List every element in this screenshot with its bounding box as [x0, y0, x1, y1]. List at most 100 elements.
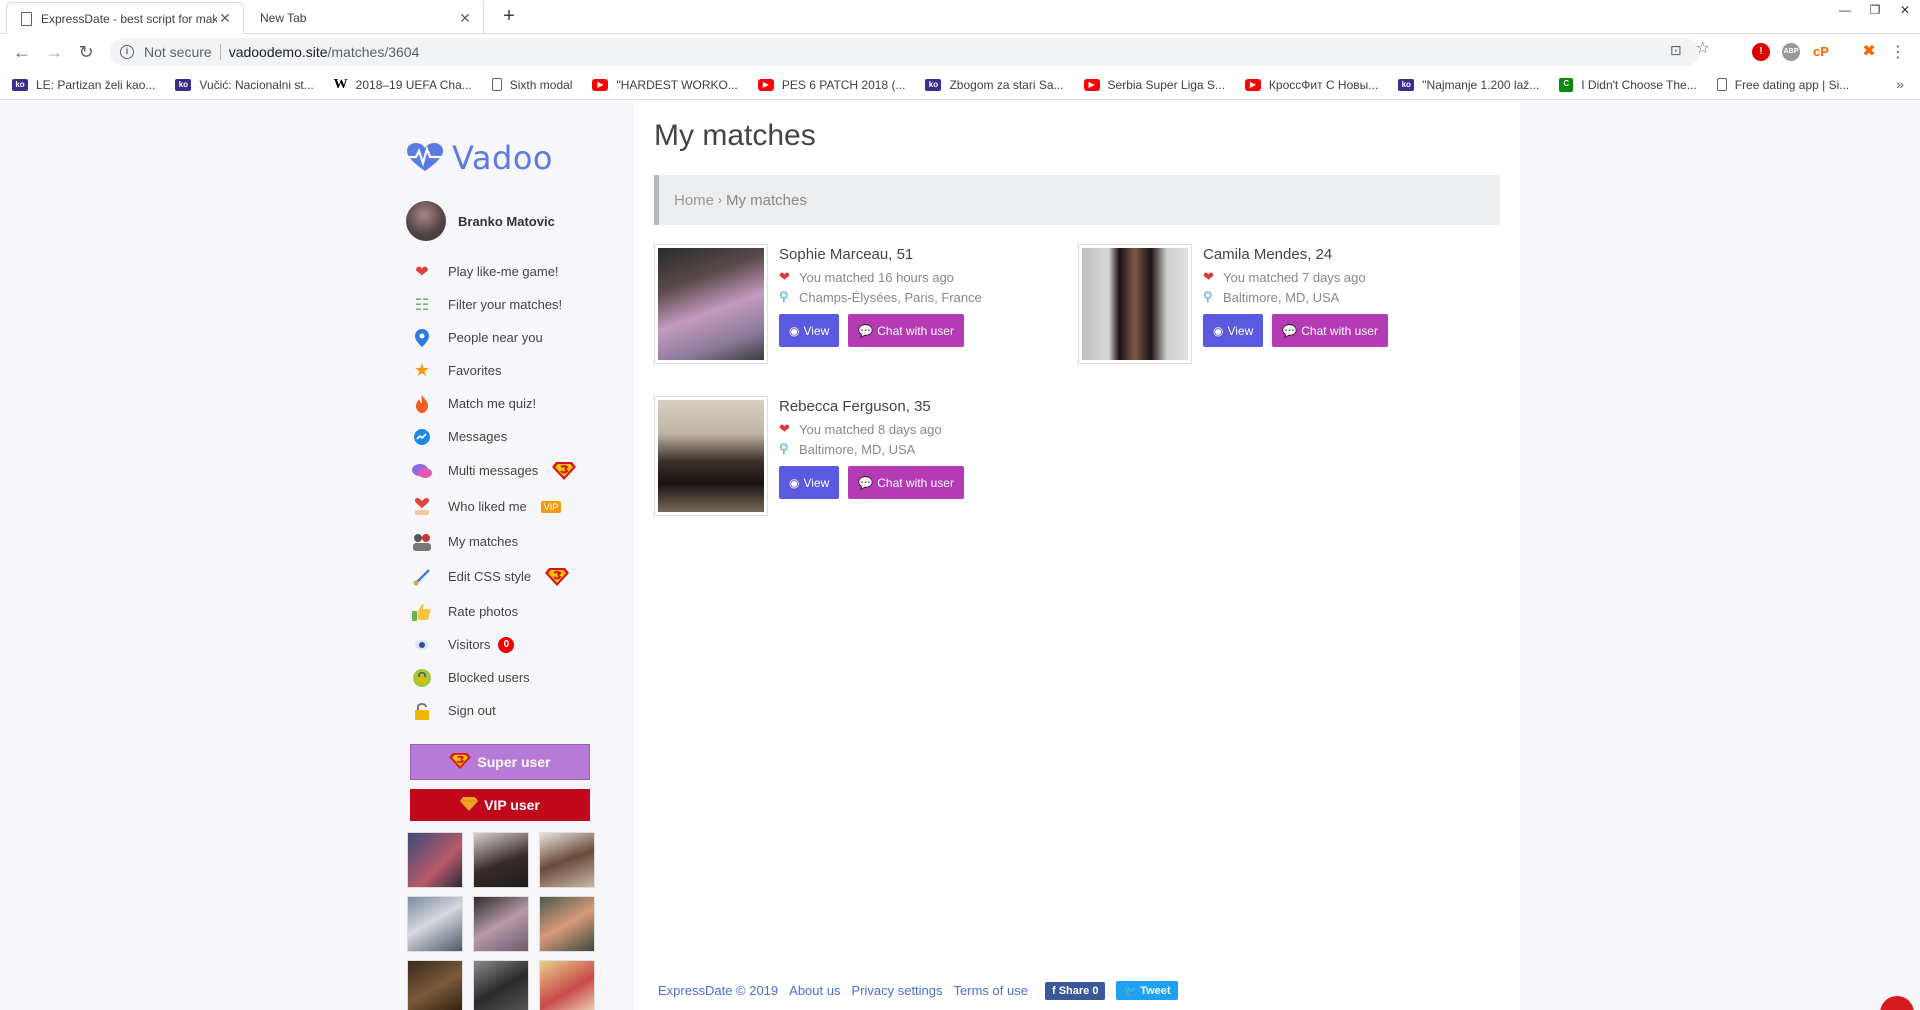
- browser-tab-new[interactable]: New Tab ✕: [248, 2, 484, 34]
- member-thumbnail[interactable]: [473, 960, 529, 1010]
- sidebar-item-multi-messages[interactable]: Multi messages: [412, 453, 632, 488]
- super-user-button[interactable]: Super user: [410, 744, 590, 780]
- location-pin-icon: [412, 328, 432, 348]
- sidebar-item-my-matches[interactable]: My matches: [412, 525, 632, 558]
- match-photo[interactable]: [1078, 244, 1192, 364]
- translate-icon[interactable]: ⊡: [1670, 42, 1682, 59]
- close-tab-icon[interactable]: ✕: [457, 10, 473, 27]
- footer-copyright-link[interactable]: ExpressDate © 2019: [658, 983, 778, 998]
- bookmark-item[interactable]: ▶ PES 6 PATCH 2018 (...: [757, 78, 905, 92]
- sidebar-item-blocked-users[interactable]: Blocked users: [412, 661, 632, 694]
- user-profile[interactable]: Branko Matovic: [406, 201, 555, 241]
- bookmark-item[interactable]: W 2018–19 UEFA Cha...: [334, 77, 472, 92]
- forward-icon[interactable]: →: [42, 40, 66, 64]
- footer-terms-link[interactable]: Terms of use: [954, 983, 1028, 998]
- view-button[interactable]: ◉ View: [779, 314, 840, 347]
- breadcrumb-current: My matches: [726, 191, 807, 209]
- bookmark-star-icon[interactable]: ☆: [1696, 41, 1710, 59]
- chat-button[interactable]: 💬 Chat with user: [1272, 314, 1388, 347]
- member-thumbnail[interactable]: [539, 960, 595, 1010]
- super-user-label: Super user: [477, 754, 551, 770]
- k-icon: ko: [925, 78, 942, 91]
- match-card: Sophie Marceau, 51 ❤ You matched 16 hour…: [654, 244, 1074, 364]
- info-icon[interactable]: i: [120, 45, 134, 59]
- site-logo[interactable]: Vadoo: [406, 139, 553, 177]
- sidebar-item-rate-photos[interactable]: Rate photos: [412, 595, 632, 628]
- sidebar-item-label: Play like-me game!: [448, 264, 559, 279]
- sidebar-item-match-quiz[interactable]: Match me quiz!: [412, 387, 632, 420]
- tweet-button[interactable]: 🐦 Tweet: [1116, 981, 1178, 1000]
- bookmark-label: Free dating app | Si...: [1734, 77, 1850, 92]
- bookmark-item[interactable]: ko Zbogom za stari Sa...: [925, 78, 1064, 92]
- match-photo[interactable]: [654, 396, 768, 516]
- sidebar-item-favorites[interactable]: ★ Favorites: [412, 354, 632, 387]
- bookmark-item[interactable]: ▶ "HARDEST WORKO...: [592, 78, 738, 92]
- bookmark-item[interactable]: Free dating app | Si...: [1716, 77, 1850, 92]
- match-name[interactable]: Sophie Marceau, 51: [779, 246, 982, 263]
- chat-button[interactable]: 💬 Chat with user: [848, 466, 964, 499]
- view-button[interactable]: ◉ View: [1203, 314, 1264, 347]
- bookmarks-overflow-button[interactable]: »: [1896, 76, 1904, 92]
- abp-extension-icon[interactable]: ABP: [1782, 43, 1800, 61]
- address-bar[interactable]: i Not secure vadoodemo.site /matches/360…: [110, 38, 1700, 66]
- back-icon[interactable]: ←: [10, 40, 34, 64]
- match-info: Rebecca Ferguson, 35 ❤ You matched 8 day…: [779, 396, 964, 499]
- sidebar-item-people-near[interactable]: People near you: [412, 321, 632, 354]
- vip-user-button[interactable]: VIP user: [410, 789, 590, 821]
- alert-extension-icon[interactable]: !: [1752, 43, 1770, 61]
- match-actions: ◉ View 💬 Chat with user: [1203, 314, 1388, 347]
- eye-icon: [412, 635, 432, 655]
- chat-button[interactable]: 💬 Chat with user: [848, 314, 964, 347]
- match-name[interactable]: Camila Mendes, 24: [1203, 246, 1388, 263]
- sidebar-item-label: Who liked me: [448, 499, 527, 514]
- breadcrumb-home-link[interactable]: Home: [674, 192, 714, 209]
- bookmark-item[interactable]: ko "Najmanje 1.200 laž...: [1398, 78, 1539, 92]
- chevron-right-icon: ›: [718, 193, 723, 207]
- menu-kebab-icon[interactable]: ⋮: [1890, 42, 1906, 62]
- close-window-icon[interactable]: ✕: [1890, 0, 1920, 20]
- footer-about-link[interactable]: About us: [789, 983, 840, 998]
- avatar[interactable]: [406, 201, 446, 241]
- k-icon: ko: [175, 78, 192, 91]
- sidebar-item-edit-css[interactable]: Edit CSS style: [412, 558, 632, 595]
- sidebar-item-messages[interactable]: Messages: [412, 420, 632, 453]
- footer-privacy-link[interactable]: Privacy settings: [851, 983, 942, 998]
- cp-extension-icon[interactable]: cP: [1812, 43, 1830, 61]
- member-thumbnail[interactable]: [473, 832, 529, 888]
- reload-icon[interactable]: ↻: [74, 40, 98, 64]
- floating-action-button[interactable]: [1880, 996, 1914, 1010]
- match-name[interactable]: Rebecca Ferguson, 35: [779, 398, 964, 415]
- sidebar-item-visitors[interactable]: Visitors 0: [412, 628, 632, 661]
- member-thumbnail[interactable]: [539, 896, 595, 952]
- avast-extension-icon[interactable]: ✖: [1860, 43, 1878, 61]
- youtube-icon: ▶: [592, 78, 609, 91]
- view-button[interactable]: ◉ View: [779, 466, 840, 499]
- bookmark-item[interactable]: ko LE: Partizan želi kao...: [12, 78, 155, 92]
- sidebar-item-sign-out[interactable]: Sign out: [412, 694, 632, 727]
- extensions-bar: ! ABP cP ✖ ⋮: [1752, 42, 1906, 62]
- bookmark-item[interactable]: Sixth modal: [491, 78, 572, 92]
- sidebar-item-play-like-me[interactable]: ❤ Play like-me game!: [412, 255, 632, 288]
- sidebar-item-filter-matches[interactable]: ☷ Filter your matches!: [412, 288, 632, 321]
- match-photo[interactable]: [654, 244, 768, 364]
- new-tab-button[interactable]: +: [496, 4, 522, 30]
- member-thumbnail[interactable]: [407, 832, 463, 888]
- restore-icon[interactable]: ❐: [1860, 0, 1890, 20]
- page-icon: [491, 78, 502, 91]
- browser-tab-active[interactable]: ExpressDate - best script for mak ✕: [6, 2, 244, 34]
- close-tab-icon[interactable]: ✕: [217, 10, 233, 27]
- member-thumbnail[interactable]: [539, 832, 595, 888]
- facebook-icon: f: [1051, 984, 1059, 997]
- bookmark-item[interactable]: C I Didn't Choose The...: [1559, 77, 1697, 92]
- facebook-share-button[interactable]: f Share 0: [1044, 981, 1106, 1000]
- sidebar-item-who-liked-me[interactable]: Who liked me VIP: [412, 488, 632, 525]
- bookmark-item[interactable]: ▶ КроссФит С Новы...: [1244, 78, 1378, 92]
- member-thumbnail[interactable]: [407, 960, 463, 1010]
- member-thumbnail[interactable]: [407, 896, 463, 952]
- match-time-text: You matched 16 hours ago: [799, 269, 954, 285]
- minimize-icon[interactable]: —: [1830, 0, 1860, 20]
- member-thumbnail[interactable]: [473, 896, 529, 952]
- bookmark-item[interactable]: ko Vučić: Nacionalni st...: [175, 78, 314, 92]
- bookmark-item[interactable]: ▶ Serbia Super Liga S...: [1083, 78, 1225, 92]
- location-pin-icon: ⚲: [779, 289, 789, 304]
